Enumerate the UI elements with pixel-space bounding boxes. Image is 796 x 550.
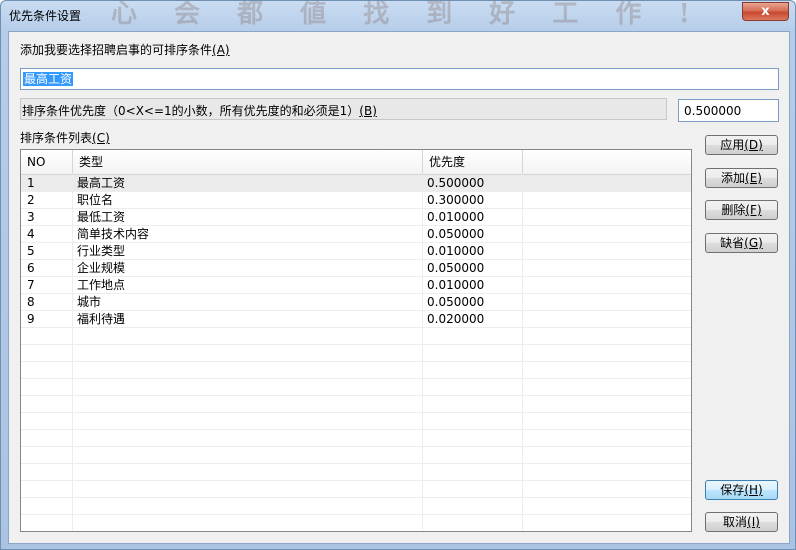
list-label-hotkey: (C) xyxy=(92,131,110,145)
empty-row xyxy=(21,345,691,362)
table-row[interactable]: 8 城市 0.050000 xyxy=(21,294,691,311)
column-header-type[interactable]: 类型 xyxy=(73,150,423,174)
table-row[interactable]: 2 职位名 0.300000 xyxy=(21,192,691,209)
cell-type: 简单技术内容 xyxy=(77,227,150,241)
empty-row xyxy=(21,328,691,345)
empty-row xyxy=(21,498,691,515)
apply-button[interactable]: 应用(D) xyxy=(705,135,778,155)
save-button[interactable]: 保存(H) xyxy=(705,480,778,500)
cell-type: 企业规模 xyxy=(77,261,126,275)
save-button-label: 保存 xyxy=(720,483,745,497)
column-header-no[interactable]: NO xyxy=(21,150,73,174)
cell-type: 城市 xyxy=(77,295,102,309)
cell-priority: 0.050000 xyxy=(427,227,485,241)
cell-type: 最低工资 xyxy=(77,210,126,224)
empty-row xyxy=(21,396,691,413)
cancel-button-label: 取消 xyxy=(723,515,748,529)
cell-priority: 0.010000 xyxy=(427,244,485,258)
table-row[interactable]: 6 企业规模 0.050000 xyxy=(21,260,691,277)
apply-button-hotkey: (D) xyxy=(744,138,763,152)
empty-row xyxy=(21,430,691,447)
table-row[interactable]: 7 工作地点 0.010000 xyxy=(21,277,691,294)
empty-row xyxy=(21,379,691,396)
cell-no: 6 xyxy=(27,261,35,275)
condition-label-hotkey: (A) xyxy=(212,43,230,57)
title-banner-text: 心 会 都 値 找 到 好 工 作 ! xyxy=(111,1,704,27)
cell-priority: 0.010000 xyxy=(427,210,485,224)
save-button-hotkey: (H) xyxy=(744,483,763,497)
priority-label-hotkey: (B) xyxy=(359,104,377,118)
cell-type: 最高工资 xyxy=(77,176,126,190)
default-button[interactable]: 缺省(G) xyxy=(705,233,778,253)
title-bar[interactable]: 心 会 都 値 找 到 好 工 作 ! 优先条件设置 x xyxy=(1,1,795,31)
condition-label-text: 添加我要选择招聘启事的可排序条件 xyxy=(20,43,213,57)
cell-no: 5 xyxy=(27,244,35,258)
close-button[interactable]: x xyxy=(742,2,789,21)
cell-no: 4 xyxy=(27,227,35,241)
add-button[interactable]: 添加(E) xyxy=(705,168,778,188)
cell-no: 9 xyxy=(27,312,35,326)
cell-type: 工作地点 xyxy=(77,278,126,292)
empty-row xyxy=(21,515,691,531)
condition-label: 添加我要选择招聘启事的可排序条件(A) xyxy=(20,41,230,58)
priority-label-text-wrap: 排序条件优先度（0<X<=1的小数，所有优先度的和必须是1）(B) xyxy=(22,102,377,119)
priority-label-text: 排序条件优先度（0<X<=1的小数，所有优先度的和必须是1） xyxy=(22,104,360,118)
empty-row xyxy=(21,447,691,464)
cell-no: 2 xyxy=(27,193,35,207)
cell-no: 8 xyxy=(27,295,35,309)
window-title: 优先条件设置 xyxy=(9,9,82,23)
empty-row xyxy=(21,464,691,481)
cell-priority: 0.300000 xyxy=(427,193,485,207)
cell-no: 3 xyxy=(27,210,35,224)
column-header-priority[interactable]: 优先度 xyxy=(423,150,523,174)
cell-type: 福利待遇 xyxy=(77,312,126,326)
cell-priority: 0.050000 xyxy=(427,295,485,309)
table-row[interactable]: 5 行业类型 0.010000 xyxy=(21,243,691,260)
delete-button[interactable]: 删除(F) xyxy=(705,200,778,220)
table-row[interactable]: 9 福利待遇 0.020000 xyxy=(21,311,691,328)
condition-input-value: 最高工资 xyxy=(23,72,74,86)
cell-priority: 0.500000 xyxy=(427,176,485,190)
table-row[interactable]: 3 最低工资 0.010000 xyxy=(21,209,691,226)
empty-row xyxy=(21,362,691,379)
add-button-hotkey: (E) xyxy=(745,171,762,185)
dialog-window: 心 会 都 値 找 到 好 工 作 ! 优先条件设置 x 添加我要选择招聘启事的… xyxy=(0,0,796,550)
priority-input-value: 0.500000 xyxy=(684,104,742,118)
cancel-button-hotkey: (I) xyxy=(747,515,760,529)
cell-priority: 0.050000 xyxy=(427,261,485,275)
cancel-button[interactable]: 取消(I) xyxy=(705,512,778,532)
cell-priority: 0.010000 xyxy=(427,278,485,292)
apply-button-label: 应用 xyxy=(720,138,745,152)
cell-no: 1 xyxy=(27,176,35,190)
default-button-label: 缺省 xyxy=(720,236,745,250)
table-row[interactable]: 1 最高工资 0.500000 xyxy=(21,175,691,192)
condition-list[interactable]: NO 类型 优先度 1 最高工资 0.500000 2 职位名 0.300000 3 最低工资… xyxy=(20,149,692,532)
delete-button-hotkey: (F) xyxy=(745,203,762,217)
delete-button-label: 删除 xyxy=(721,203,746,217)
cell-no: 7 xyxy=(27,278,35,292)
list-label: 排序条件列表(C) xyxy=(20,129,110,146)
priority-label: 排序条件优先度（0<X<=1的小数，所有优先度的和必须是1）(B) xyxy=(20,98,667,120)
dialog-client-area: 添加我要选择招聘启事的可排序条件(A) 最高工资 排序条件优先度（0<X<=1的… xyxy=(8,31,790,544)
default-button-hotkey: (G) xyxy=(744,236,763,250)
list-label-text: 排序条件列表 xyxy=(20,131,93,145)
priority-input[interactable]: 0.500000 xyxy=(678,99,779,122)
cell-type: 职位名 xyxy=(77,193,114,207)
cell-priority: 0.020000 xyxy=(427,312,485,326)
table-row[interactable]: 4 简单技术内容 0.050000 xyxy=(21,226,691,243)
empty-row xyxy=(21,413,691,430)
close-icon: x xyxy=(761,4,770,19)
cell-type: 行业类型 xyxy=(77,244,126,258)
list-header: NO 类型 优先度 xyxy=(21,150,691,175)
add-button-label: 添加 xyxy=(721,171,746,185)
empty-row xyxy=(21,481,691,498)
condition-input[interactable]: 最高工资 xyxy=(20,68,779,90)
